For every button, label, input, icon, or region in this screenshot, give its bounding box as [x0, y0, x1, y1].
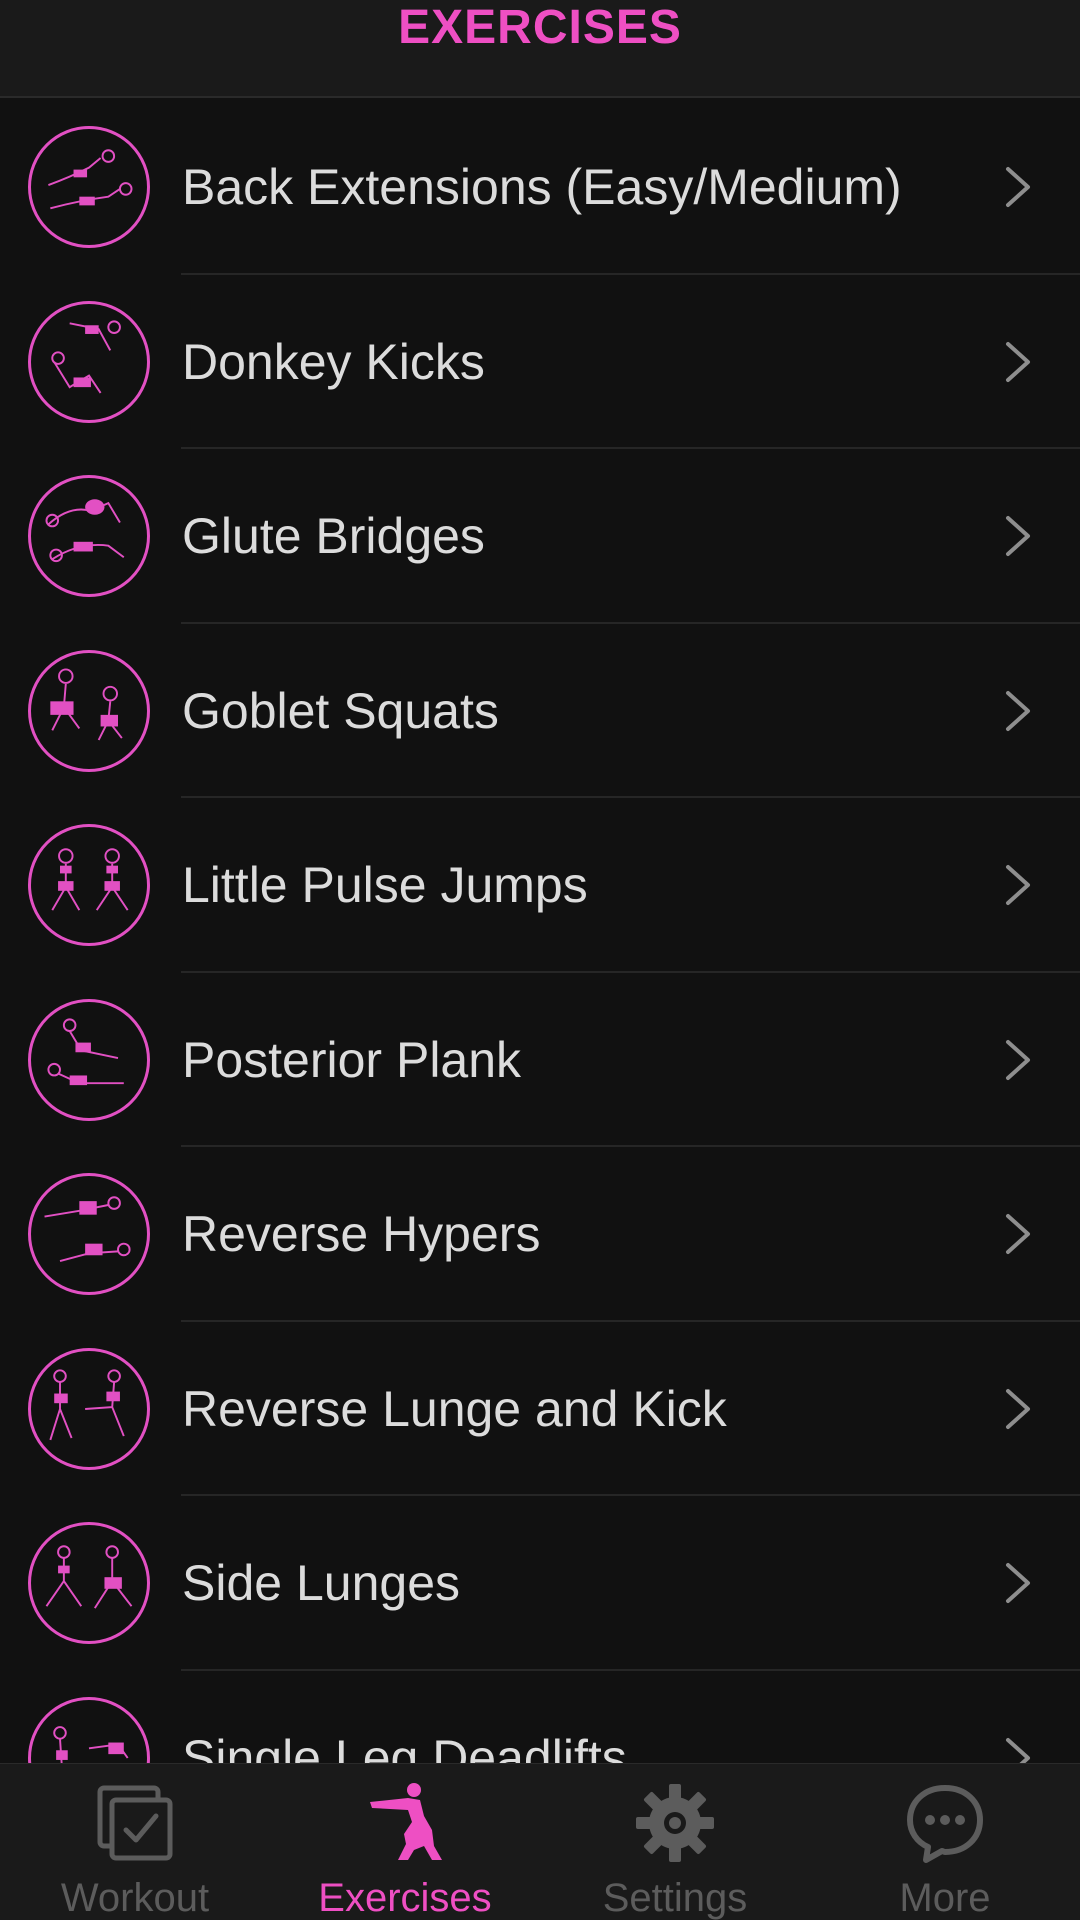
squat-figure-icon: [362, 1780, 448, 1866]
exercise-row[interactable]: Reverse Lunge and Kick: [0, 1322, 1080, 1497]
tab-settings[interactable]: Settings: [540, 1764, 810, 1920]
exercise-row[interactable]: Back Extensions (Easy/Medium): [0, 100, 1080, 275]
exercise-row[interactable]: Posterior Plank: [0, 973, 1080, 1148]
exercise-list[interactable]: Back Extensions (Easy/Medium) Donkey Kic…: [0, 100, 1080, 1764]
exercise-label: Little Pulse Jumps: [182, 857, 588, 913]
clipboard-check-icon: [92, 1780, 178, 1866]
tab-workout[interactable]: Workout: [0, 1764, 270, 1920]
chevron-right-icon: [994, 163, 1042, 211]
reverse-hyper-figure-icon: [28, 1173, 150, 1295]
tab-label: More: [899, 1876, 991, 1920]
chevron-right-icon: [994, 687, 1042, 735]
chevron-right-icon: [994, 338, 1042, 386]
gear-icon: [632, 1780, 718, 1866]
exercise-label: Donkey Kicks: [182, 333, 485, 390]
back-extension-figure-icon: [28, 126, 150, 248]
page-title: EXERCISES: [398, 1, 682, 54]
donkey-kick-figure-icon: [28, 300, 150, 423]
tab-label: Settings: [602, 1876, 748, 1920]
chevron-right-icon: [994, 1036, 1042, 1084]
chevron-right-icon: [994, 1559, 1042, 1607]
exercise-row[interactable]: Side Lunges: [0, 1496, 1080, 1671]
exercise-row[interactable]: Goblet Squats: [0, 624, 1080, 799]
goblet-squat-figure-icon: [28, 649, 150, 772]
chevron-right-icon: [994, 1734, 1042, 1764]
exercise-label: Reverse Hypers: [182, 1206, 541, 1262]
posterior-plank-figure-icon: [28, 998, 150, 1121]
app-screen: EXERCISES Back Extensions (Easy/Medium): [0, 0, 1080, 1920]
tab-label: Workout: [60, 1876, 210, 1920]
single-leg-deadlift-figure-icon: [28, 1696, 150, 1764]
pulse-jump-figure-icon: [28, 824, 150, 946]
tab-more[interactable]: More: [810, 1764, 1080, 1920]
header: EXERCISES: [0, 0, 1080, 98]
chevron-right-icon: [994, 861, 1042, 909]
chevron-right-icon: [994, 1210, 1042, 1258]
exercise-row[interactable]: Glute Bridges: [0, 449, 1080, 624]
exercise-label: Single Leg Deadlifts: [182, 1729, 627, 1765]
lunge-kick-figure-icon: [28, 1347, 150, 1470]
exercise-row[interactable]: Little Pulse Jumps: [0, 798, 1080, 973]
exercise-label: Glute Bridges: [182, 508, 485, 564]
side-lunge-figure-icon: [28, 1522, 150, 1644]
tab-label: Exercises: [318, 1876, 492, 1920]
glute-bridge-figure-icon: [28, 475, 150, 597]
exercise-label: Reverse Lunge and Kick: [182, 1380, 727, 1437]
exercise-row[interactable]: Donkey Kicks: [0, 275, 1080, 450]
exercise-label: Goblet Squats: [182, 682, 499, 739]
exercise-row[interactable]: Single Leg Deadlifts: [0, 1671, 1080, 1765]
chevron-right-icon: [994, 1385, 1042, 1433]
exercise-label: Posterior Plank: [182, 1031, 522, 1088]
tab-bar: Workout Exercises Settings More: [0, 1763, 1080, 1920]
tab-exercises[interactable]: Exercises: [270, 1764, 540, 1920]
exercise-row[interactable]: Reverse Hypers: [0, 1147, 1080, 1322]
chat-bubble-dots-icon: [902, 1780, 988, 1866]
exercise-label: Side Lunges: [182, 1555, 461, 1611]
chevron-right-icon: [994, 512, 1042, 560]
exercise-label: Back Extensions (Easy/Medium): [182, 159, 902, 215]
